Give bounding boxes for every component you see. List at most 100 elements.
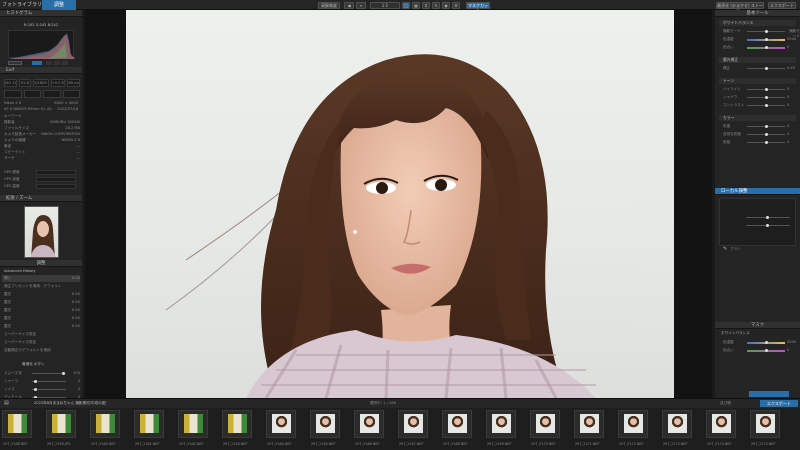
back-icon[interactable]: ◀ xyxy=(344,1,354,9)
film-thumbnail[interactable]: 297_2168.NEF xyxy=(442,410,472,446)
info-row-value: 28.2 MB xyxy=(65,126,80,130)
local-adjust-header[interactable]: ローカル調整 xyxy=(715,188,800,195)
adjust-slider[interactable] xyxy=(747,104,785,107)
film-thumbnail[interactable]: 297_2169.NEF xyxy=(486,410,516,446)
adjust-value[interactable]: 5000 xyxy=(787,37,796,41)
navigator-header[interactable]: 拡張 / ズーム xyxy=(0,195,82,202)
view-icon[interactable]: ▤ xyxy=(4,400,9,406)
adjust-value[interactable]: 0.45 xyxy=(787,66,795,70)
film-thumbnail[interactable]: 297_2173.NEF xyxy=(662,410,692,446)
adjust-slider[interactable] xyxy=(747,46,785,49)
adjust-value[interactable]: 0 xyxy=(787,140,789,144)
film-thumbnail[interactable]: 297_2188.NEF xyxy=(2,410,32,446)
optimize-row-label: シャープ xyxy=(4,379,19,383)
group-header[interactable]: ホワイトバランス xyxy=(719,20,796,26)
adjust-value[interactable]: 0 xyxy=(787,45,789,49)
eye-icon[interactable]: ◉ xyxy=(442,1,450,9)
gps-field[interactable] xyxy=(36,170,76,175)
channel-rgb-button[interactable] xyxy=(8,61,22,65)
tab-photo-library[interactable]: フォトライブラリ xyxy=(2,1,46,9)
film-thumbnail[interactable]: 297_2170.NEF xyxy=(530,410,560,446)
histogram-graph xyxy=(8,30,75,59)
crop-icon[interactable]: ⌗ xyxy=(422,1,430,9)
film-thumbnail[interactable]: 297_2163.NEF xyxy=(222,410,252,446)
group-header[interactable]: カラー xyxy=(719,115,796,121)
film-thumbnail[interactable]: 297_2162.NEF xyxy=(178,410,208,446)
histogram-header[interactable]: ヒストグラム xyxy=(0,10,82,17)
adjust-slider[interactable] xyxy=(747,67,785,70)
group-header[interactable]: 露光補正 xyxy=(719,57,796,63)
left-panel: ヒストグラム R:242 G:242 B:242 Exif ISO 100 f/… xyxy=(0,10,82,399)
wb-value[interactable]: 0 xyxy=(787,348,789,352)
adjust-slider[interactable] xyxy=(747,88,785,91)
adjust-label: 自然な彩度 xyxy=(723,132,741,136)
main-photo[interactable] xyxy=(126,10,674,398)
brush-icon[interactable]: ✎ xyxy=(723,246,727,252)
basic-tools-header[interactable]: 基本ツール xyxy=(715,10,800,17)
adjust-value[interactable]: 0 xyxy=(787,95,789,99)
channel-red-button[interactable] xyxy=(46,61,52,65)
film-thumbnail[interactable]: 297_2161.NEF xyxy=(134,410,164,446)
adjust-value[interactable]: 0 xyxy=(787,132,789,136)
navigator-thumbnail[interactable] xyxy=(24,206,59,258)
filmstrip-export-button[interactable]: エクスポート xyxy=(760,400,798,407)
channel-luminance-button[interactable] xyxy=(32,61,42,65)
optimize-button[interactable]: 最適化 (おまかせ) ストーリー xyxy=(716,1,764,13)
quality-button[interactable]: 高解像度 xyxy=(318,1,340,9)
film-thumbnail[interactable]: 297_2174.NEF xyxy=(706,410,736,446)
compare-icon[interactable]: □ xyxy=(402,1,410,9)
brush-icon[interactable]: ✎ xyxy=(432,1,440,9)
compare-view-button[interactable]: マスクカット xyxy=(466,1,490,13)
local-slider-1[interactable] xyxy=(746,216,790,219)
settings-icon[interactable]: ⚙ xyxy=(452,1,460,9)
wb-slider[interactable] xyxy=(747,341,785,344)
apply-button[interactable] xyxy=(749,391,789,397)
film-thumbnail[interactable]: 297_2159.JPG xyxy=(46,410,76,446)
optimize-slider[interactable] xyxy=(32,372,66,375)
history-subtitle: Advanced History xyxy=(4,269,36,273)
adjust-slider[interactable] xyxy=(747,30,785,33)
adjust-slider[interactable] xyxy=(747,125,785,128)
film-thumbnail[interactable]: 297_2160.NEF xyxy=(90,410,120,446)
history-row-label: スーパーサイズ設定 xyxy=(4,332,37,336)
tab-adjust[interactable]: 調整 xyxy=(42,0,76,10)
group-header[interactable]: トーン xyxy=(719,78,796,84)
film-thumbnail[interactable]: 297_2166.NEF xyxy=(354,410,384,446)
grid-icon[interactable]: ▦ xyxy=(412,1,420,9)
film-thumbnail[interactable]: 297_2164.NEF xyxy=(266,410,296,446)
film-thumbnail[interactable]: 297_2167.NEF xyxy=(398,410,428,446)
channel-blue-button[interactable] xyxy=(62,61,68,65)
film-thumbnail[interactable]: 297_2165.NEF xyxy=(310,410,340,446)
mask-header[interactable]: マスク xyxy=(715,322,800,329)
zoom-select[interactable]: 1:1 xyxy=(370,1,400,9)
thumbnail-filename: 297_2164.NEF xyxy=(267,442,292,446)
wb-value[interactable]: 5000 xyxy=(787,340,796,344)
gps-field[interactable] xyxy=(36,184,76,189)
adjust-presets-header[interactable]: 調整 xyxy=(0,260,82,267)
adjust-slider[interactable] xyxy=(747,133,785,136)
film-thumbnail[interactable]: 297_2175.NEF xyxy=(750,410,780,446)
adjust-slider[interactable] xyxy=(747,96,785,99)
thumbnail-image xyxy=(448,414,467,433)
sort-label[interactable]: 並び順 xyxy=(720,401,731,406)
optimize-row-label: ノイズ xyxy=(4,387,15,391)
adjust-slider[interactable] xyxy=(747,38,785,41)
optimize-slider[interactable] xyxy=(32,380,66,383)
film-thumbnail[interactable]: 297_2172.NEF xyxy=(618,410,648,446)
export-button[interactable]: エクスポート xyxy=(768,1,796,9)
wb-slider[interactable] xyxy=(747,349,785,352)
exif-header[interactable]: Exif xyxy=(0,67,82,74)
channel-green-button[interactable] xyxy=(54,61,60,65)
adjust-value[interactable]: 0 xyxy=(787,124,789,128)
optimize-slider[interactable] xyxy=(32,388,66,391)
adjust-value[interactable]: 0 xyxy=(787,87,789,91)
history-selected-row[interactable] xyxy=(2,275,80,282)
info-row-value: SHINOBU YAZAKI xyxy=(49,120,80,124)
adjust-value[interactable]: 0 xyxy=(787,103,789,107)
zoom-icon[interactable]: ⌕ xyxy=(356,1,366,9)
film-thumbnail[interactable]: 297_2171.NEF xyxy=(574,410,604,446)
local-slider-2[interactable] xyxy=(746,224,790,227)
adjust-slider[interactable] xyxy=(747,141,785,144)
gps-field[interactable] xyxy=(36,177,76,182)
thumbnail-image xyxy=(96,414,115,433)
